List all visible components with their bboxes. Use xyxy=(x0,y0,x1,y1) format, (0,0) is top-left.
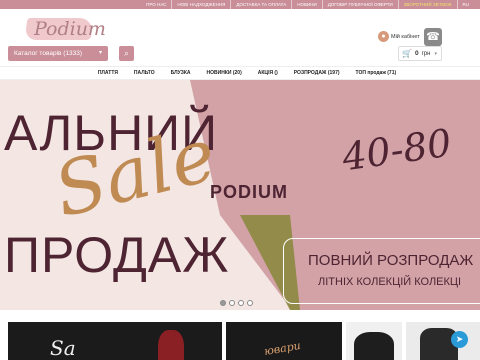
search-button[interactable]: ⌕ xyxy=(119,46,134,61)
banner-line-2: ЛІТНІХ КОЛЕКЦІЙ КОЛЕКЦІ xyxy=(318,276,462,288)
category-tile[interactable] xyxy=(406,322,480,360)
category-tile[interactable]: ювари xyxy=(226,322,342,360)
banner-brand: PODIUM xyxy=(210,182,288,202)
slider-dot[interactable] xyxy=(238,300,244,306)
telegram-icon[interactable]: ➤ xyxy=(451,331,468,348)
nav-item-coats[interactable]: ПАЛЬТО xyxy=(126,70,163,76)
chevron-down-icon: ▾ xyxy=(434,50,437,57)
top-link-delivery[interactable]: ДОСТАВКА ТА ОПЛАТА xyxy=(231,0,293,9)
nav-item-dresses[interactable]: ПЛАТТЯ xyxy=(90,70,126,76)
nav-item-top-sales[interactable]: ТОП продаж (71) xyxy=(348,70,405,76)
phone-icon[interactable]: ☎ xyxy=(424,28,442,46)
nav-item-promo[interactable]: АКЦІЯ () xyxy=(250,70,286,76)
main-nav: ПЛАТТЯ ПАЛЬТО БЛУЗКА НОВИНКИ (20) АКЦІЯ … xyxy=(0,66,480,80)
nav-item-new[interactable]: НОВИНКИ (20) xyxy=(199,70,250,76)
tile-product-image xyxy=(354,332,394,360)
logo-text: Podium xyxy=(34,18,106,40)
account-link[interactable]: ● Мій кабінет xyxy=(378,31,420,42)
nav-item-sale[interactable]: РОЗПРОДАЖ (197) xyxy=(286,70,348,76)
slider-dot[interactable] xyxy=(220,300,226,306)
category-tiles: Sa ювари xyxy=(0,320,480,360)
banner-text-frame xyxy=(283,238,480,304)
catalog-dropdown[interactable]: Каталог товарів (1333) ▾ xyxy=(8,46,108,61)
tile-script-text: ювари xyxy=(263,338,302,359)
top-link-feedback[interactable]: ЗВОРОТНИЙ ЗВ'ЯЗОК xyxy=(399,0,458,9)
category-tile[interactable]: Sa xyxy=(8,322,222,360)
site-logo[interactable]: Podium xyxy=(24,15,106,43)
tile-script-text: Sa xyxy=(50,336,76,360)
cart-currency: грн xyxy=(421,50,431,57)
search-icon: ⌕ xyxy=(124,49,129,58)
language-switch[interactable]: RU xyxy=(458,0,475,9)
slider-dots xyxy=(220,300,253,306)
top-link-news[interactable]: НОВИНИ xyxy=(292,0,323,9)
hero-banner[interactable]: АЛЬНИЙ ПРОДАЖ Sale 40-80 PODIUM ПОВНИЙ Р… xyxy=(0,80,480,310)
nav-item-blouses[interactable]: БЛУЗКА xyxy=(163,70,199,76)
chevron-down-icon: ▾ xyxy=(98,50,102,56)
banner-big-text-bottom: ПРОДАЖ xyxy=(4,227,230,283)
account-label: Мій кабінет xyxy=(391,33,420,40)
slider-dot[interactable] xyxy=(247,300,253,306)
slider-dot[interactable] xyxy=(229,300,235,306)
cart-amount: 0 xyxy=(414,50,419,57)
banner-line-1: ПОВНИЙ РОЗПРОДАЖ xyxy=(308,252,474,269)
tile-figure xyxy=(158,330,184,360)
category-tile[interactable] xyxy=(346,322,402,360)
cart-icon: 🛒 xyxy=(402,49,412,58)
top-bar: ПРО НАС НОВІ НАДХОДЖЕННЯ ДОСТАВКА ТА ОПЛ… xyxy=(0,0,480,9)
top-link-new-arrivals[interactable]: НОВІ НАДХОДЖЕННЯ xyxy=(172,0,232,9)
top-link-about[interactable]: ПРО НАС xyxy=(141,0,173,9)
catalog-label: Каталог товарів (1333) xyxy=(14,50,83,57)
user-icon: ● xyxy=(378,31,389,42)
top-link-offer[interactable]: ДОГОВІР ПУБЛІЧНОЇ ОФЕРТИ xyxy=(323,0,399,9)
cart-button[interactable]: 🛒 0 грн ▾ xyxy=(398,46,442,61)
